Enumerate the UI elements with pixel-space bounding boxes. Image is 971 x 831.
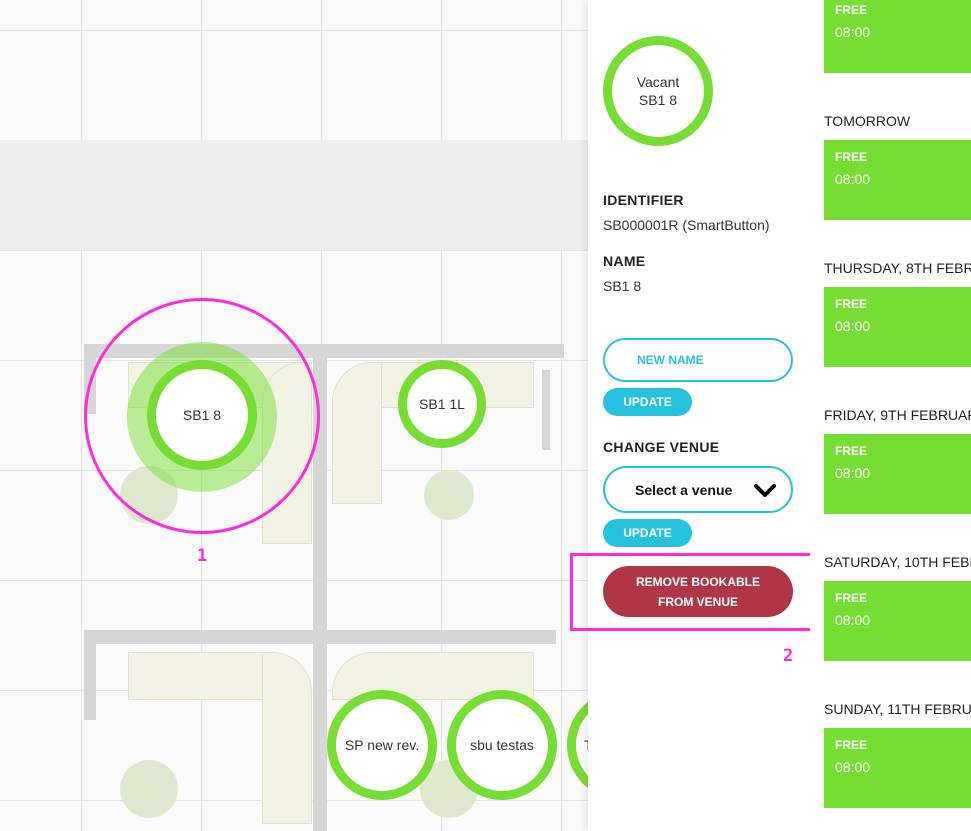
new-name-placeholder: NEW NAME: [637, 353, 704, 367]
time-slot[interactable]: FREE 08:00: [824, 434, 971, 514]
availability-schedule: FREE 08:00 TOMORROW FREE 08:00 THURSDAY,…: [810, 0, 971, 831]
desk: [332, 362, 382, 504]
time-slot[interactable]: FREE 08:00: [824, 728, 971, 808]
status-text: Vacant: [636, 74, 680, 90]
seat-label: SP new rev.: [344, 737, 420, 753]
new-name-input[interactable]: NEW NAME: [603, 338, 793, 382]
identifier-value: SB000001R (SmartButton): [603, 217, 770, 233]
venue-select-value: Select a venue: [635, 481, 733, 498]
annotation-box-2: [570, 553, 826, 631]
slot-status: FREE: [835, 150, 868, 164]
time-slot[interactable]: FREE 08:00: [824, 287, 971, 367]
bookable-details-panel: Vacant SB1 8 IDENTIFIER SB000001R (Smart…: [588, 0, 810, 831]
annotation-ring-1: [84, 298, 320, 534]
desk: [262, 652, 312, 824]
status-seat-name: SB1 8: [638, 92, 678, 108]
day-heading: SATURDAY, 10TH FEBR: [824, 554, 971, 570]
annotation-number-2: 2: [783, 646, 794, 666]
day-heading: THURSDAY, 8TH FEBRU: [824, 260, 971, 276]
annotation-number-1: 1: [197, 546, 208, 566]
wall: [542, 370, 550, 450]
seat-sb1-1l[interactable]: SB1 1L: [398, 360, 486, 448]
time-slot[interactable]: FREE 08:00: [824, 581, 971, 661]
plant: [120, 760, 178, 818]
update-name-button[interactable]: UPDATE: [603, 388, 692, 416]
seat-label: SB1 1L: [419, 396, 465, 412]
seat-sbu-testas[interactable]: sbu testas: [447, 690, 557, 800]
slot-time: 08:00: [835, 318, 871, 334]
name-value: SB1 8: [603, 278, 642, 294]
slot-time: 08:00: [835, 24, 871, 40]
slot-status: FREE: [835, 297, 868, 311]
seat-label: sbu testas: [470, 737, 534, 753]
seat-sp-new-rev[interactable]: SP new rev.: [327, 690, 437, 800]
seat-partial[interactable]: T: [567, 690, 588, 800]
time-slot[interactable]: FREE 08:00: [824, 140, 971, 220]
day-heading: TOMORROW: [824, 113, 911, 129]
chevron-down-icon: [754, 484, 776, 497]
day-heading: FRIDAY, 9TH FEBRUARY: [824, 407, 971, 423]
change-venue-label: CHANGE VENUE: [603, 439, 720, 455]
identifier-label: IDENTIFIER: [603, 192, 684, 208]
status-indicator: Vacant SB1 8: [603, 36, 713, 146]
slot-status: FREE: [835, 444, 868, 458]
name-label: NAME: [603, 253, 646, 269]
slot-status: FREE: [835, 3, 868, 17]
floor-plan[interactable]: SB1 8 1 SB1 1L SP new rev. sbu testas T: [0, 0, 588, 831]
wall: [84, 630, 96, 720]
update-venue-button[interactable]: UPDATE: [603, 519, 692, 547]
time-slot[interactable]: FREE 08:00: [824, 0, 971, 73]
slot-status: FREE: [835, 738, 868, 752]
slot-time: 08:00: [835, 759, 871, 775]
venue-select[interactable]: Select a venue: [603, 466, 793, 513]
slot-time: 08:00: [835, 612, 871, 628]
day-heading: SUNDAY, 11TH FEBRUA: [824, 701, 971, 717]
slot-status: FREE: [835, 591, 868, 605]
plant: [424, 470, 474, 520]
floor-band: [0, 140, 588, 250]
slot-time: 08:00: [835, 171, 871, 187]
wall: [84, 630, 556, 644]
slot-time: 08:00: [835, 465, 871, 481]
